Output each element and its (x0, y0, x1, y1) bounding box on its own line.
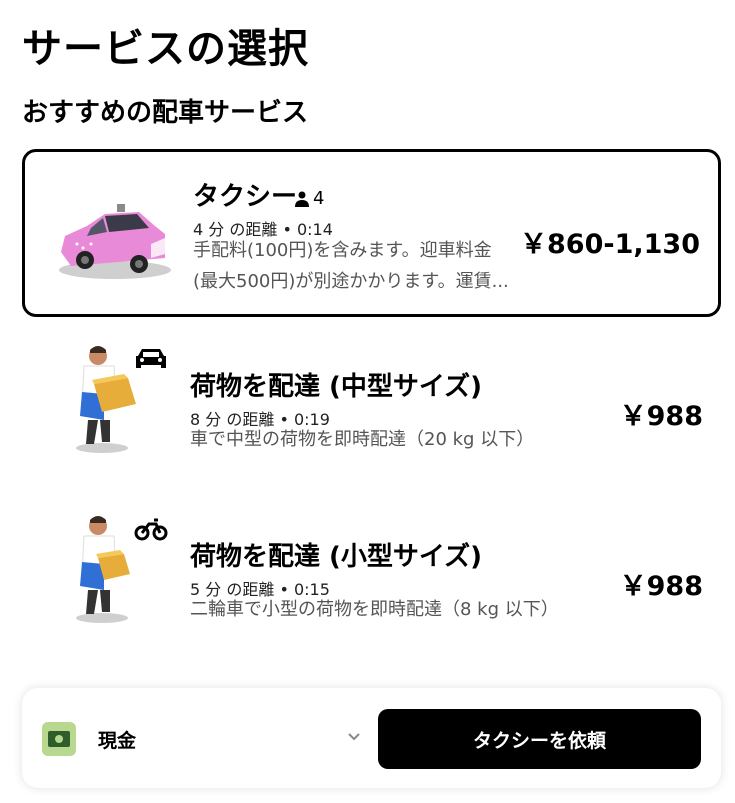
option-price: ￥860-1,130 (520, 229, 700, 260)
request-taxi-button[interactable]: タクシーを依頼 (378, 709, 701, 769)
capacity: 4 (295, 188, 324, 209)
motorbike-icon (134, 518, 168, 541)
taxi-car-image (47, 174, 177, 294)
request-footer: 現金 タクシーを依頼 (22, 688, 721, 788)
page-title: サービスの選択 (22, 26, 309, 72)
chevron-down-icon[interactable] (346, 728, 362, 744)
section-title: おすすめの配車サービス (22, 98, 309, 128)
ride-option-delivery-medium[interactable]: 荷物を配達 (中型サイズ) 8 分 の距離 • 0:19 車で中型の荷物を即時配… (22, 322, 721, 490)
car-icon (136, 349, 166, 368)
cash-icon[interactable] (42, 722, 76, 756)
option-description: 手配料(100円)を含みます。迎車料金 (最大500円)が別途かかります。運賃.… (193, 235, 509, 297)
ride-option-taxi[interactable]: タクシー 4 4 分 の距離 • 0:14 手配料(100円)を含みます。迎車料… (22, 149, 721, 317)
option-price: ￥988 (619, 571, 703, 602)
person-icon (295, 191, 309, 207)
option-description: 車で中型の荷物を即時配達（20 kg 以下） (190, 429, 535, 450)
option-name: 荷物を配達 (小型サイズ) (190, 542, 483, 572)
option-price: ￥988 (619, 401, 703, 432)
ride-option-delivery-small[interactable]: 荷物を配達 (小型サイズ) 5 分 の距離 • 0:15 二輪車で小型の荷物を即… (22, 492, 721, 660)
option-description: 二輪車で小型の荷物を即時配達（8 kg 以下） (190, 599, 559, 620)
option-name: タクシー (193, 182, 298, 212)
option-name: 荷物を配達 (中型サイズ) (190, 372, 483, 402)
service-selection-sheet: サービスの選択 おすすめの配車サービス タクシー 4 4 分 の距離 • 0:1… (0, 0, 735, 803)
capacity-count: 4 (313, 188, 325, 209)
description-line: (最大500円)が別途かかります。運賃... (193, 271, 509, 292)
description-line: 手配料(100円)を含みます。迎車料金 (193, 240, 492, 261)
payment-method-label[interactable]: 現金 (98, 726, 136, 753)
